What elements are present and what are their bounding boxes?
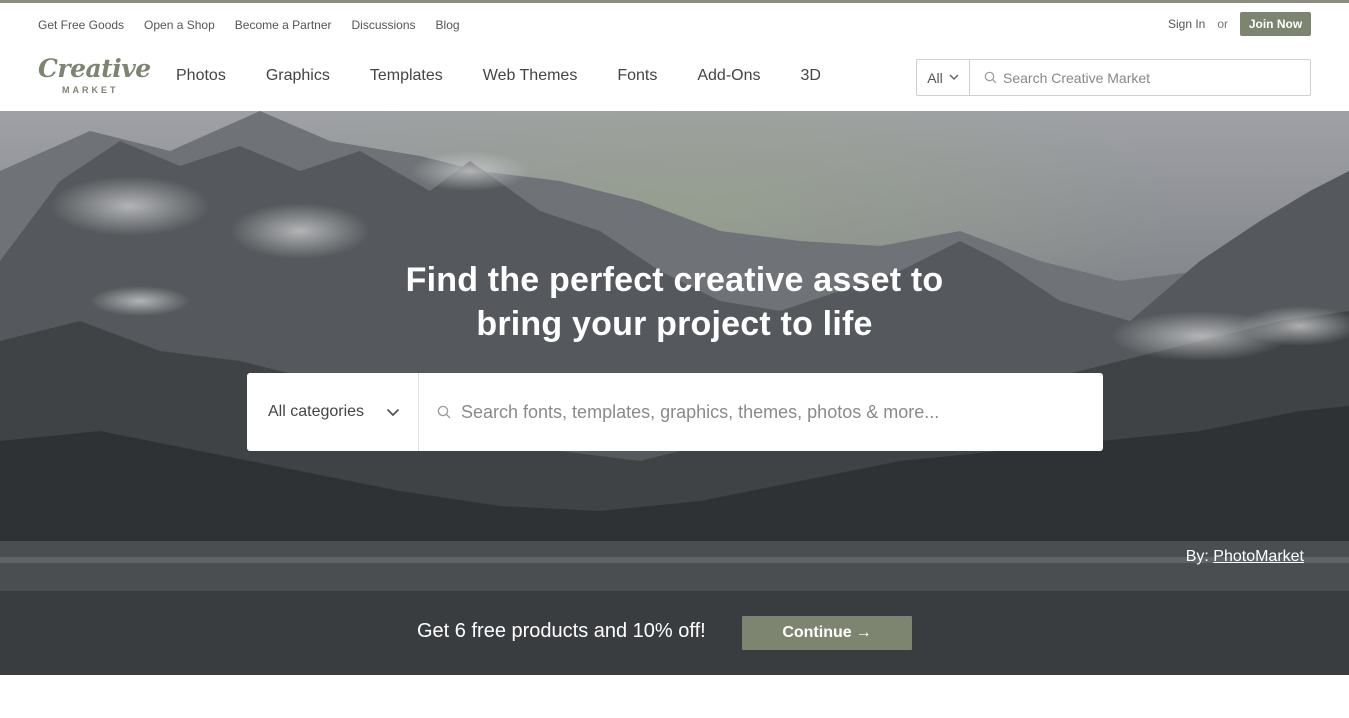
account-links: Sign In or Join Now [1168,12,1311,36]
or-separator: or [1217,17,1228,31]
search-icon [437,405,451,419]
photo-credit-prefix: By: [1185,548,1209,565]
nav-item-photos[interactable]: Photos [176,67,226,85]
creative-market-logo[interactable]: Creative MARKET [38,54,151,97]
header-search-input[interactable] [1003,69,1303,86]
arrow-right-icon: → [855,624,872,641]
chevron-down-icon [386,408,400,416]
link-discussions[interactable]: Discussions [352,18,416,32]
join-now-button[interactable]: Join Now [1240,12,1311,36]
nav-item-3d[interactable]: 3D [800,67,820,85]
nav-item-web-themes[interactable]: Web Themes [483,67,578,85]
hero-search-category-label: All categories [268,403,365,420]
nav-item-add-ons[interactable]: Add-Ons [697,67,760,85]
continue-button-label: Continue [782,624,852,641]
logo-wordmark: Creative [38,54,151,83]
photo-credit: By: PhotoMarket [1186,548,1304,566]
hero-background-image [0,111,1349,591]
category-nav: Photos Graphics Templates Web Themes Fon… [176,67,821,85]
hero-section: Find the perfect creative asset to bring… [0,111,1349,591]
nav-item-fonts[interactable]: Fonts [617,67,657,85]
nav-item-graphics[interactable]: Graphics [266,67,330,85]
continue-button[interactable]: Continue → [742,616,912,650]
hero-headline-line-2: bring your project to life [476,305,873,343]
hero-search-input[interactable] [461,401,1081,423]
link-become-a-partner[interactable]: Become a Partner [235,18,332,32]
link-get-free-goods[interactable]: Get Free Goods [38,18,124,32]
header-search: All [916,59,1311,96]
utility-bar: Get Free Goods Open a Shop Become a Part… [0,3,1349,43]
nav-item-templates[interactable]: Templates [370,67,443,85]
sign-in-link[interactable]: Sign In [1168,17,1205,31]
logo-subtitle: MARKET [62,85,119,95]
main-nav: Creative MARKET Photos Graphics Template… [0,43,1349,111]
hero-headline-line-1: Find the perfect creative asset to [405,261,944,299]
utility-links: Get Free Goods Open a Shop Become a Part… [38,18,460,32]
header-search-category-select[interactable]: All [917,60,970,95]
hero-headline: Find the perfect creative asset to bring… [0,258,1349,346]
search-icon [984,71,997,84]
hero-search-category-select[interactable]: All categories [247,373,419,451]
header-search-category-label: All [927,69,943,86]
photo-credit-link[interactable]: PhotoMarket [1213,548,1304,565]
link-blog[interactable]: Blog [436,18,460,32]
promo-text: Get 6 free products and 10% off! [417,620,706,642]
header-search-field [970,60,1310,95]
chevron-down-icon [949,74,959,81]
hero-search: All categories [247,373,1103,451]
link-open-a-shop[interactable]: Open a Shop [144,18,215,32]
hero-search-field [419,373,1103,451]
promo-banner: Get 6 free products and 10% off! Continu… [0,591,1349,675]
